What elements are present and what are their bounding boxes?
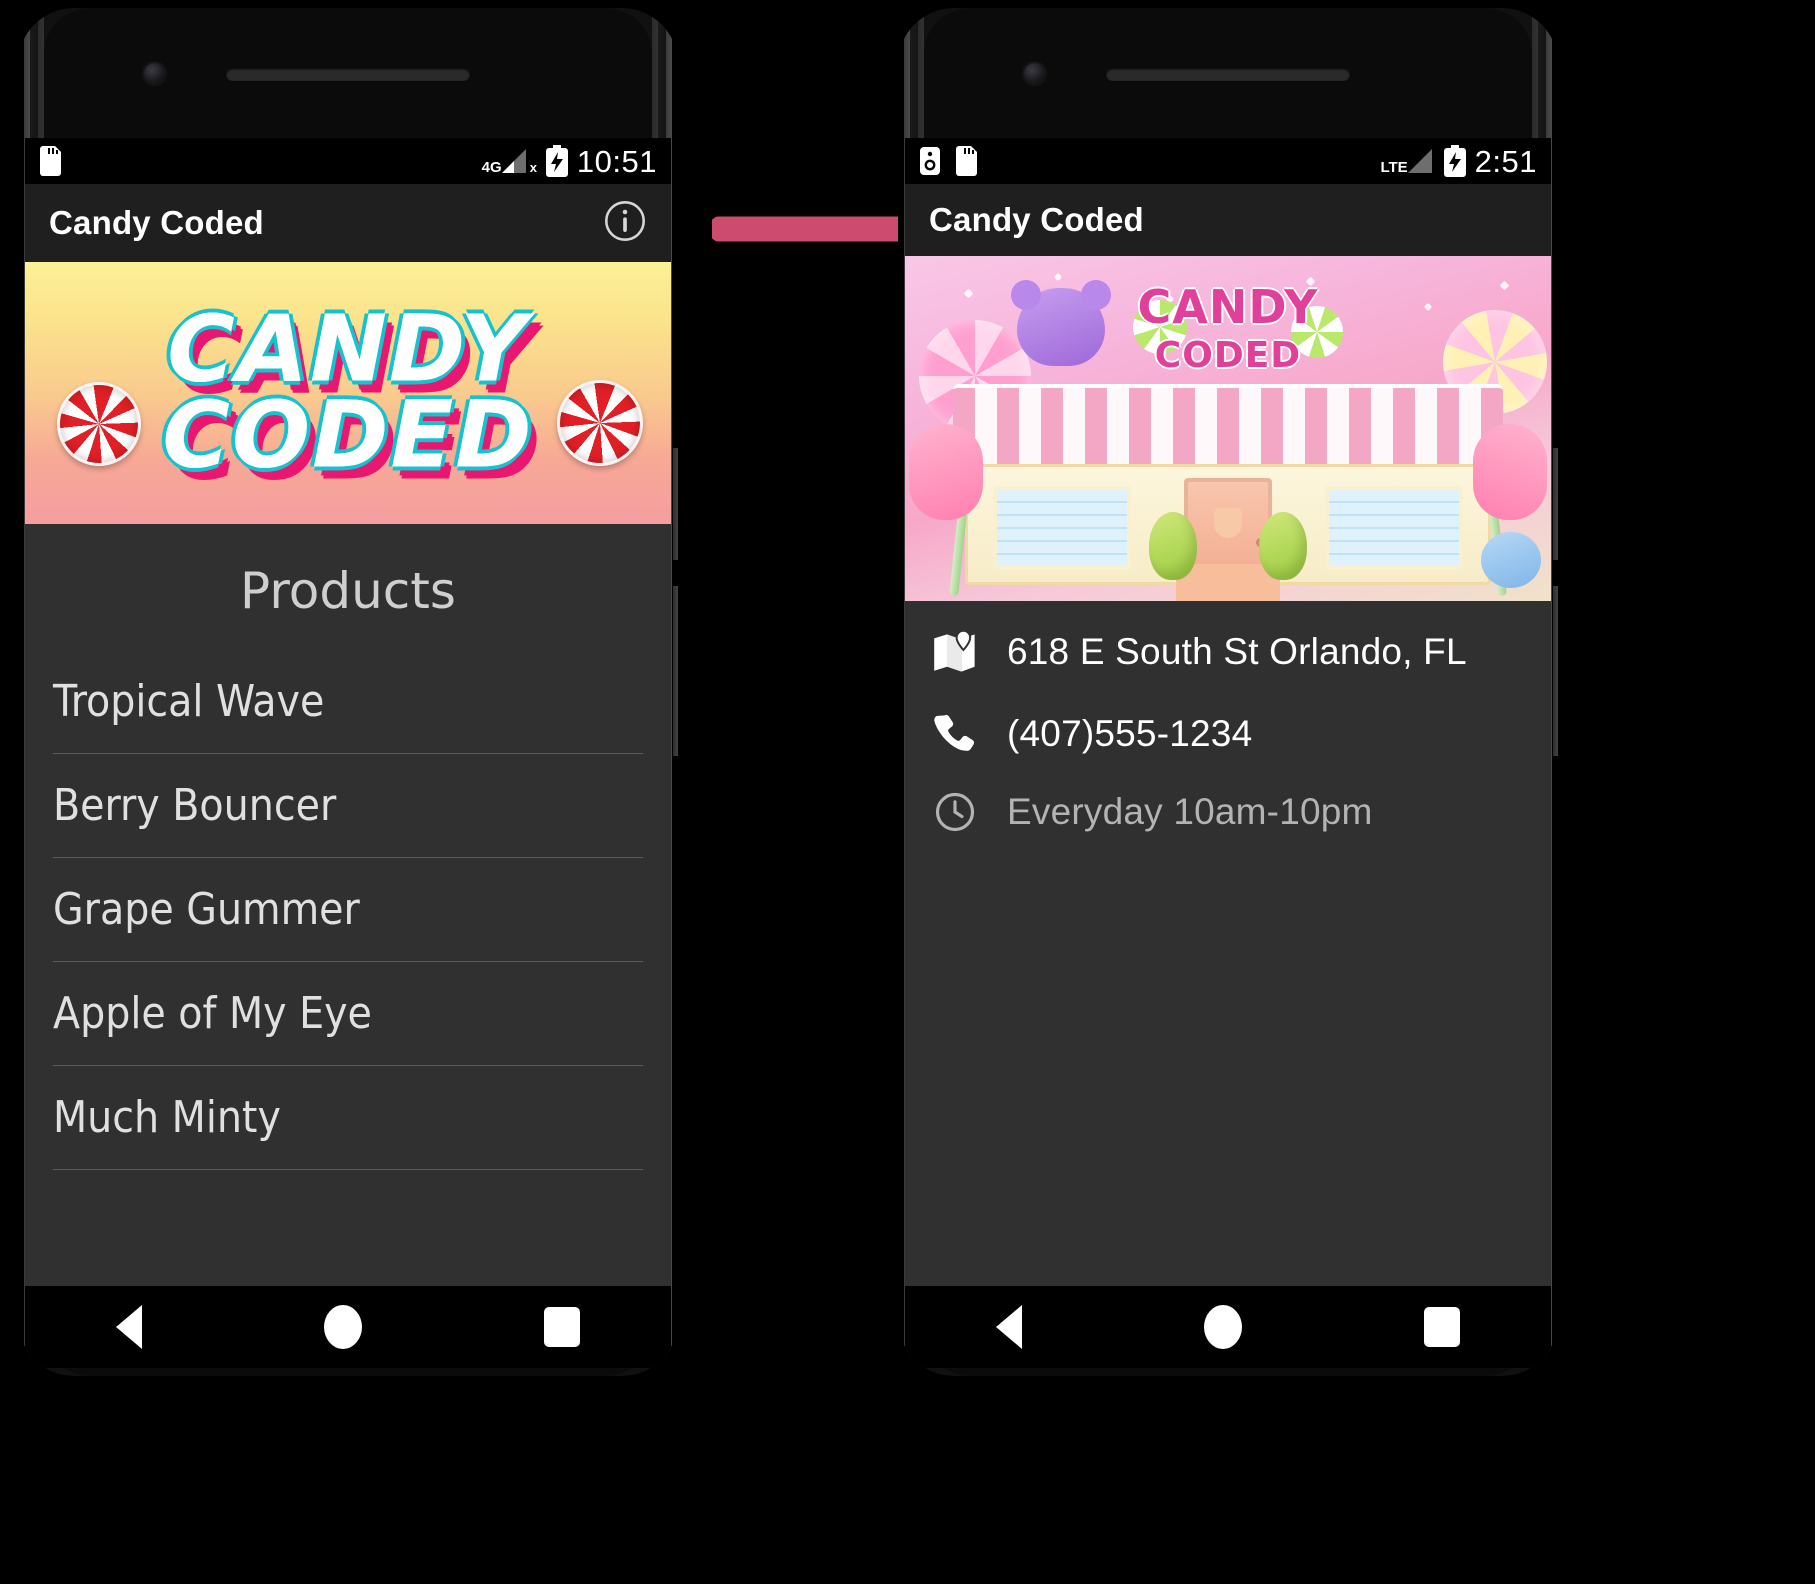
address-text: 618 E South St Orlando, FL [1007,631,1467,672]
strawberry-candy-right-icon [1473,424,1547,520]
volume-button[interactable] [1553,586,1558,756]
list-item[interactable]: Berry Bouncer [53,754,643,858]
list-item[interactable]: Grape Gummer [53,858,643,962]
network-type-label: LTE [1380,159,1408,176]
clock-icon [931,791,979,833]
phone-top-bezel [44,8,652,138]
logo-wordmark: CANDY CODED [25,295,671,489]
signal-4g-icon: 4G x [482,147,537,175]
info-icon[interactable] [603,199,647,248]
product-name: Apple of My Eye [53,988,372,1039]
address-row[interactable]: 618 E South St Orlando, FL [931,627,1525,677]
system-navigation-bar [905,1286,1551,1368]
signal-bars-icon [501,149,526,173]
store-sign-line-1: CANDY [1137,280,1319,334]
home-icon[interactable] [324,1305,362,1349]
battery-charging-icon [1443,145,1466,177]
home-icon[interactable] [1204,1305,1242,1349]
sd-card-icon [40,146,61,176]
logo-line-1: CANDY [167,295,529,403]
status-bar-right-icons: LTE 2:51 [1380,145,1537,177]
strawberry-candy-left-icon [909,424,983,520]
recents-icon[interactable] [1424,1307,1460,1347]
list-item[interactable]: Apple of My Eye [53,962,643,1066]
app-bar-title: Candy Coded [929,201,1144,238]
logo-line-2: CODED [162,382,534,489]
cupcake-window-icon [1214,508,1242,538]
blue-candy-icon [1481,532,1541,588]
app-bar: Candy Coded [905,184,1551,256]
gummy-bear-ear-icon [1011,280,1041,310]
candy-bush-right [1259,512,1307,580]
volume-button[interactable] [673,586,678,756]
section-title-products: Products [240,562,456,620]
no-service-x-icon: x [529,160,537,175]
status-bar-right-icons: 4G x 10:51 [482,145,657,177]
storefront-banner: CANDY CODED [905,256,1551,601]
status-bar: LTE 2:51 [905,138,1551,184]
phone-row[interactable]: (407)555-1234 [931,711,1525,757]
front-camera-icon [1024,63,1045,84]
list-item[interactable]: Tropical Wave [53,650,643,754]
phone-number-text: (407)555-1234 [1007,713,1253,754]
earpiece-speaker [1106,68,1350,81]
sd-card-icon [956,146,977,176]
product-name: Much Minty [53,1092,281,1143]
shop-awning [953,384,1503,446]
sparkle-icon [1053,272,1063,282]
usb-debug-icon [920,147,940,175]
left-phone-device: 4G x 10:51 Candy Coded CANDY CODED Produ… [18,8,678,1376]
status-bar-left-icons [39,146,63,176]
right-phone-screen: LTE 2:51 Candy Coded CANDY CODED 618 E S… [905,138,1551,1368]
front-camera-icon [144,63,165,84]
map-icon [931,627,979,677]
right-phone-device: LTE 2:51 Candy Coded CANDY CODED 618 E S… [898,8,1558,1376]
hours-row: Everyday 10am-10pm [931,791,1525,833]
shop-window-left [993,486,1131,570]
figure-canvas: 4G x 10:51 Candy Coded CANDY CODED Produ… [0,0,1815,1584]
recents-icon[interactable] [544,1307,580,1347]
storefront-sign: CANDY CODED [1068,284,1388,376]
shop-window-right [1325,486,1463,570]
product-name: Tropical Wave [53,676,325,727]
status-bar-clock: 10:51 [576,143,657,179]
back-icon[interactable] [996,1305,1022,1349]
sparkle-icon [1423,302,1433,312]
status-bar: 4G x 10:51 [25,138,671,184]
status-bar-clock: 2:51 [1474,143,1537,179]
hours-text: Everyday 10am-10pm [1007,791,1373,832]
store-sign-line-2: CODED [1154,334,1302,376]
app-bar-title: Candy Coded [49,204,264,241]
candy-coded-logo-banner: CANDY CODED [25,262,671,524]
app-bar: Candy Coded [25,184,671,262]
products-content: Products Tropical Wave Berry Bouncer Gra… [25,524,671,1286]
status-bar-left-icons [919,146,979,176]
back-icon[interactable] [116,1305,142,1349]
signal-bars-icon [1407,149,1432,173]
phone-icon [931,711,979,757]
shop-awning-scallop [953,444,1503,466]
sparkle-icon [963,288,974,299]
phone-top-bezel [924,8,1532,138]
left-phone-screen: 4G x 10:51 Candy Coded CANDY CODED Produ… [25,138,671,1368]
product-name: Grape Gummer [53,884,360,935]
store-info-list: 618 E South St Orlando, FL (407)555-1234 [905,601,1551,833]
power-button[interactable] [1553,448,1558,560]
earpiece-speaker [226,68,470,81]
about-content: 618 E South St Orlando, FL (407)555-1234 [905,601,1551,1286]
power-button[interactable] [673,448,678,560]
product-list: Tropical Wave Berry Bouncer Grape Gummer… [25,650,671,1170]
list-item[interactable]: Much Minty [53,1066,643,1170]
signal-lte-icon: LTE [1380,147,1434,175]
sparkle-icon [1499,280,1510,291]
battery-charging-icon [545,145,568,177]
candy-bush-left [1149,512,1197,580]
product-name: Berry Bouncer [53,780,337,831]
system-navigation-bar [25,1286,671,1368]
